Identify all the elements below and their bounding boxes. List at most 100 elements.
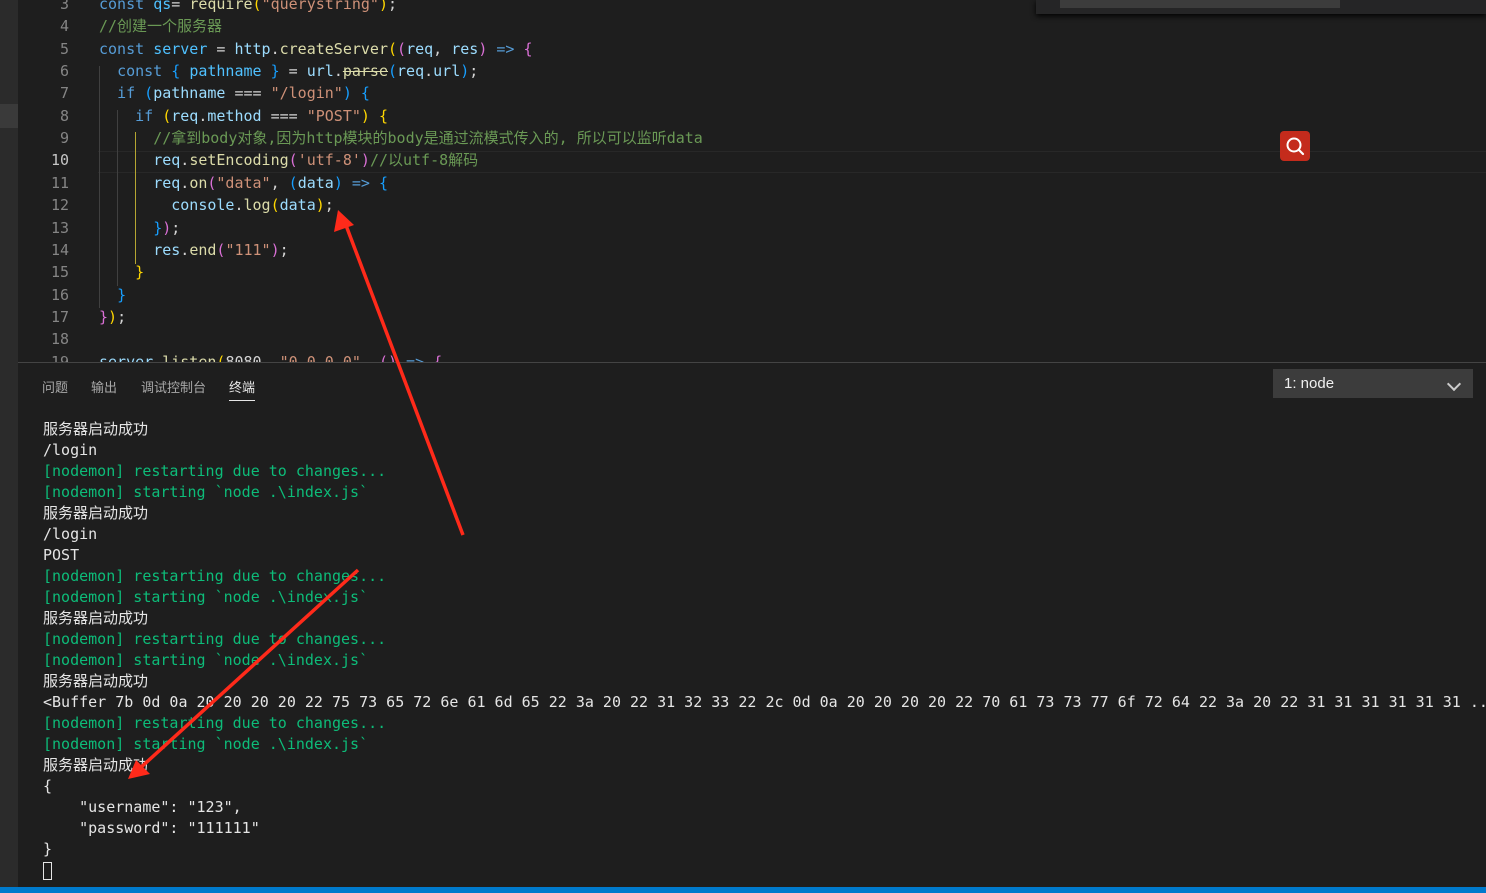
code-token: ; (279, 240, 289, 259)
bottom-panel: 问题 输出 调试控制台 终端 1: node 服务器启动成功/login [nod… (18, 362, 1486, 888)
code-token: === (270, 106, 307, 125)
code-text: //创建一个服务器 (99, 15, 222, 37)
code-token: //以utf-8解码 (369, 151, 479, 170)
code-token: } (135, 263, 145, 282)
terminal-line: 服务器启动成功 (43, 420, 149, 438)
code-editor[interactable]: 3 const qs = require ( "querystring"); 4 //创建一… (18, 0, 1486, 362)
code-line[interactable]: 18 (18, 328, 1486, 350)
code-token: . (270, 39, 280, 58)
terminal-output[interactable]: 服务器启动成功/login [nodemon] restarting due to… (43, 419, 1486, 881)
code-line[interactable]: 12 console.log(data); (18, 194, 1486, 216)
tab-debug-console[interactable]: 调试控制台 (141, 377, 206, 396)
code-token: ( (288, 173, 298, 192)
code-token: . (153, 352, 163, 362)
terminal-cursor-line (43, 860, 1483, 881)
code-token: ) (342, 84, 352, 103)
code-token: { (433, 352, 443, 362)
code-token: "querystring" (261, 0, 379, 13)
tab-problems[interactable]: 问题 (42, 377, 68, 396)
code-token: ( (397, 39, 407, 58)
code-token: if (135, 106, 163, 125)
line-number: 19 (50, 352, 69, 362)
code-token: { (171, 62, 190, 81)
code-line[interactable]: 15 } (18, 261, 1486, 283)
search-button[interactable] (1280, 131, 1310, 161)
code-token: require (189, 0, 253, 13)
code-line[interactable]: 9 //拿到body对象,因为http模块的body是通过流模式传入的, 所以可… (18, 127, 1486, 149)
code-line[interactable]: 17}); (18, 306, 1486, 328)
find-widget[interactable] (1036, 0, 1486, 14)
code-token: ) (360, 151, 370, 170)
code-line[interactable]: 13 }); (18, 217, 1486, 239)
line-number: 4 (59, 17, 69, 36)
code-token: if (117, 84, 145, 103)
code-token: const (117, 62, 172, 81)
code-token: log (243, 196, 271, 215)
code-text: //拿到body对象,因为http模块的body是通过流模式传入的, 所以可以监… (99, 127, 703, 149)
code-token: parse (342, 62, 388, 81)
tab-terminal[interactable]: 终端 (229, 377, 256, 401)
code-token: ) (162, 218, 172, 237)
line-number: 8 (59, 106, 69, 125)
code-line[interactable]: 6 const { pathname } = url.parse(req.url… (18, 60, 1486, 82)
terminal-line: [nodemon] starting `node .\index.js` (43, 735, 369, 753)
terminal-line: "password": "111111" (43, 819, 260, 837)
find-input[interactable] (1060, 0, 1340, 8)
search-icon (1286, 137, 1305, 156)
code-token: 'utf-8' (297, 151, 361, 170)
code-token: => (487, 39, 524, 58)
code-line[interactable]: 19 server.listen(8080, "0.0.0.0", () => { (18, 351, 1486, 362)
code-token: { (378, 173, 388, 192)
code-token: ( (378, 352, 388, 362)
code-token: qs (153, 0, 172, 13)
code-text: server.listen(8080, "0.0.0.0", () => { (99, 351, 442, 362)
code-token: on (189, 173, 208, 192)
code-line[interactable]: 11 req.on("data", (data) => { (18, 172, 1486, 194)
code-line[interactable]: 14 res.end("111"); (18, 239, 1486, 261)
line-number: 10 (50, 151, 69, 170)
code-token: ) (378, 0, 388, 13)
terminal-line: 服务器启动成功 (43, 756, 149, 774)
line-number: 12 (50, 196, 69, 215)
code-token: "data" (216, 173, 271, 192)
code-line[interactable]: 7 if (pathname === "/login") { (18, 82, 1486, 104)
code-line[interactable]: 5 const server = http.createServer((req, … (18, 38, 1486, 60)
code-token: ) (333, 173, 343, 192)
status-bar (0, 887, 1486, 893)
line-number: 13 (50, 218, 69, 237)
line-number: 3 (59, 0, 69, 13)
terminal-line: [nodemon] restarting due to changes... (43, 567, 387, 585)
code-token: = (216, 39, 235, 58)
code-token: pathname (189, 62, 271, 81)
code-token: } (117, 285, 127, 304)
code-text: if (req.method === "POST") { (99, 105, 388, 127)
code-token: ( (388, 62, 398, 81)
code-line[interactable]: 4 //创建一个服务器 (18, 15, 1486, 37)
code-token: "0.0.0.0" (279, 352, 361, 362)
code-token: . (180, 173, 190, 192)
terminal-select[interactable]: 1: node (1273, 369, 1473, 398)
code-token: const (99, 39, 154, 58)
code-token: ) (388, 352, 398, 362)
terminal-line: 服务器启动成功 (43, 609, 149, 627)
code-token: . (424, 62, 434, 81)
code-line[interactable]: 8 if (req.method === "POST") { (18, 105, 1486, 127)
code-token: ) (478, 39, 488, 58)
code-token: , (360, 352, 379, 362)
code-token: console (171, 196, 235, 215)
code-text: }); (99, 217, 180, 239)
code-token: ) (108, 307, 118, 326)
code-token: url (433, 62, 461, 81)
code-token: { (351, 84, 370, 103)
code-token: . (333, 62, 343, 81)
terminal-line: [nodemon] starting `node .\index.js` (43, 483, 369, 501)
tab-output[interactable]: 输出 (91, 377, 117, 396)
code-token: ; (388, 0, 398, 13)
code-line[interactable]: 16 } (18, 284, 1486, 306)
code-token: ) (270, 240, 280, 259)
code-line[interactable]: 10 req.setEncoding('utf-8')//以utf-8解码 (18, 149, 1486, 171)
code-token: ) (360, 106, 370, 125)
code-token: "POST" (306, 106, 361, 125)
